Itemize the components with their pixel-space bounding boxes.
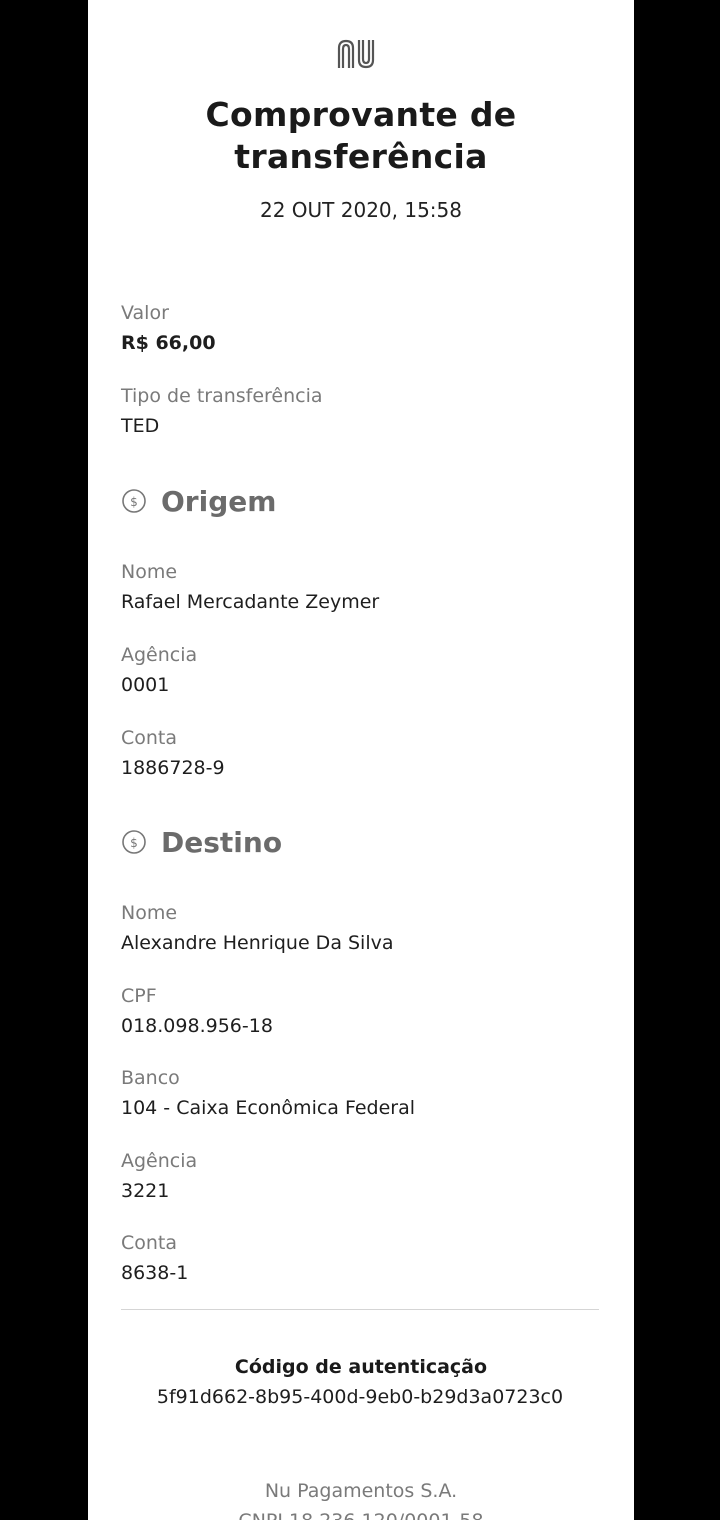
destination-name-label: Nome (121, 902, 178, 924)
destination-branch-label: Agência (121, 1150, 198, 1172)
destination-branch-value: 3221 (121, 1180, 170, 1202)
destination-cpf-field: CPF 018.098.956-18 (121, 983, 273, 1039)
dollar-circle-icon: $ (122, 489, 146, 513)
transfer-type-field: Tipo de transferência TED (121, 383, 323, 439)
origin-account-field: Conta 1886728-9 (121, 725, 225, 781)
origin-section-header: $ Origem (121, 483, 276, 519)
destination-cpf-value: 018.098.956-18 (121, 1015, 273, 1037)
footer-cnpj: CNPJ 18.236.120/0001-58 (88, 1510, 634, 1520)
destination-name-value: Alexandre Henrique Da Silva (121, 932, 394, 954)
destination-section-header: $ Destino (121, 824, 282, 860)
transfer-type-value: TED (121, 415, 160, 437)
auth-code-value: 5f91d662-8b95-400d-9eb0-b29d3a0723c0 (156, 1386, 564, 1408)
destination-branch-field: Agência 3221 (121, 1148, 197, 1204)
destination-bank-value: 104 - Caixa Econômica Federal (121, 1097, 416, 1119)
origin-account-value: 1886728-9 (121, 757, 225, 779)
origin-name-value: Rafael Mercadante Zeymer (121, 591, 380, 613)
destination-heading: Destino (161, 825, 283, 859)
destination-account-label: Conta (121, 1232, 178, 1254)
svg-text:$: $ (130, 495, 138, 509)
divider (121, 1309, 599, 1310)
nubank-logo-icon (337, 39, 375, 69)
dollar-circle-icon: $ (122, 830, 146, 854)
amount-value: R$ 66,00 (121, 332, 216, 354)
amount-label: Valor (121, 302, 169, 324)
transfer-type-label: Tipo de transferência (121, 385, 323, 407)
receipt-card: Comprovante de transferência 22 OUT 2020… (88, 0, 634, 1520)
auth-code-label: Código de autenticação (234, 1356, 488, 1378)
footer-company: Nu Pagamentos S.A. (264, 1480, 458, 1502)
amount-field: Valor R$ 66,00 (121, 300, 216, 356)
destination-bank-label: Banco (121, 1067, 180, 1089)
origin-heading: Origem (161, 484, 277, 518)
origin-account-label: Conta (121, 727, 178, 749)
destination-cpf-label: CPF (121, 985, 157, 1007)
destination-name-field: Nome Alexandre Henrique Da Silva (121, 900, 394, 956)
page-title: Comprovante de transferência (205, 95, 517, 176)
origin-name-field: Nome Rafael Mercadante Zeymer (121, 559, 379, 615)
destination-account-field: Conta 8638-1 (121, 1230, 188, 1286)
origin-branch-field: Agência 0001 (121, 642, 197, 698)
origin-branch-value: 0001 (121, 674, 170, 696)
destination-bank-field: Banco 104 - Caixa Econômica Federal (121, 1065, 415, 1121)
origin-branch-label: Agência (121, 644, 198, 666)
transfer-datetime: 22 OUT 2020, 15:58 (259, 198, 462, 222)
destination-account-value: 8638-1 (121, 1262, 189, 1284)
svg-text:$: $ (130, 836, 138, 850)
origin-name-label: Nome (121, 561, 178, 583)
